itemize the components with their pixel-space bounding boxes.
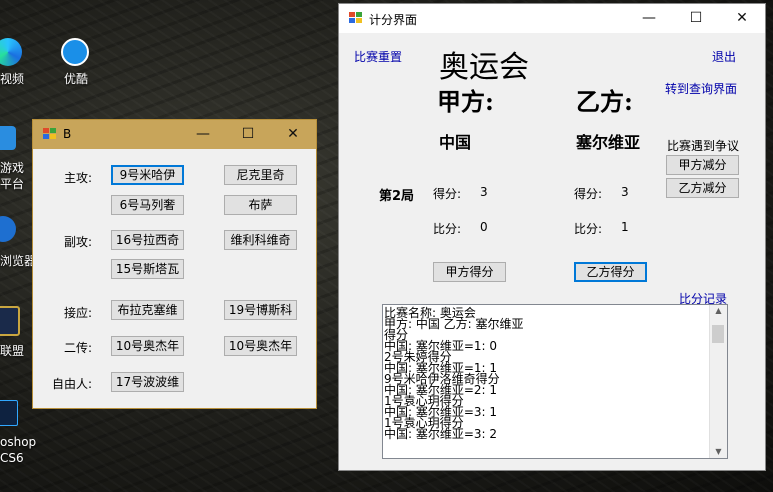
player-button[interactable]: 17号波波维	[111, 372, 184, 392]
team-b-score-button[interactable]: 乙方得分	[574, 262, 647, 282]
team-a-set-label: 比分:	[433, 222, 462, 236]
minimize-button[interactable]: —	[188, 123, 218, 145]
setter-label: 二传:	[64, 341, 93, 355]
window-title: 计分界面	[369, 13, 418, 27]
app-icon	[349, 12, 363, 23]
player-button[interactable]: 维利科维奇	[224, 230, 297, 250]
log-scrollbar[interactable]: ▲ ▼	[709, 305, 727, 458]
window-b-title: B	[63, 127, 72, 141]
desktop-icon-label[interactable]: 游戏平台	[0, 160, 32, 192]
scroll-down-icon[interactable]: ▼	[710, 446, 727, 458]
player-button[interactable]: 10号奥杰年	[111, 336, 184, 356]
log-line: 中国: 塞尔维亚=3: 2	[384, 427, 498, 441]
team-b-heading: 乙方:	[576, 87, 633, 116]
team-a-deduct-button[interactable]: 甲方减分	[666, 155, 739, 175]
game-platform-icon[interactable]	[0, 126, 16, 150]
desktop-icon-label[interactable]: 视频	[0, 70, 24, 87]
scoring-window: 计分界面 — ☐ ✕ 比赛重置 奥运会 退出 甲方: 乙方: 转到查询界面 中国…	[338, 3, 766, 471]
team-b-set-label: 比分:	[574, 222, 603, 236]
player-button[interactable]: 19号博斯科	[224, 300, 297, 320]
game-number: 第2局	[379, 189, 415, 204]
query-page-link[interactable]: 转到查询界面	[665, 80, 737, 97]
minimize-button[interactable]: —	[634, 7, 664, 29]
team-b-name: 塞尔维亚	[576, 133, 641, 152]
team-a-heading: 甲方:	[437, 87, 494, 116]
team-b-score-label: 得分:	[574, 187, 603, 201]
window-b: B — ☐ ✕ 主攻: 9号米哈伊 尼克里奇 6号马列奢 布萨 副攻: 16号拉…	[32, 119, 317, 409]
event-name: 奥运会	[439, 50, 529, 85]
maximize-button[interactable]: ☐	[681, 7, 711, 29]
player-button[interactable]: 尼克里奇	[224, 165, 297, 185]
desktop-icon-label[interactable]: 联盟	[0, 342, 24, 359]
player-button[interactable]: 6号马列奢	[111, 195, 184, 215]
player-button[interactable]: 10号奥杰年	[224, 336, 297, 356]
team-a-score-label: 得分:	[433, 187, 462, 201]
desktop-icon-label[interactable]: oshop CS6	[0, 434, 36, 466]
player-button[interactable]: 16号拉西奇	[111, 230, 184, 250]
maximize-button[interactable]: ☐	[233, 123, 263, 145]
league-icon[interactable]	[0, 306, 20, 336]
player-button[interactable]: 15号斯塔瓦	[111, 259, 184, 279]
team-a-score: 3	[480, 185, 488, 199]
close-button[interactable]: ✕	[727, 7, 757, 29]
photoshop-icon[interactable]	[0, 400, 18, 426]
exit-link[interactable]: 退出	[712, 48, 736, 65]
desktop-icon-label[interactable]: 浏览器	[0, 252, 36, 269]
scroll-up-icon[interactable]: ▲	[710, 305, 727, 317]
log-line: 甲方: 中国 乙方: 塞尔维亚	[384, 317, 524, 331]
scoring-window-titlebar[interactable]: 计分界面 — ☐ ✕	[339, 4, 765, 33]
libero-label: 自由人:	[52, 377, 93, 391]
dispute-label: 比赛遇到争议	[667, 139, 740, 153]
reset-match-link[interactable]: 比赛重置	[354, 48, 402, 65]
spiker-label: 主攻:	[64, 171, 93, 185]
player-button[interactable]: 布萨	[224, 195, 297, 215]
window-b-titlebar[interactable]: B — ☐ ✕	[33, 120, 316, 149]
middle-blocker-label: 副攻:	[64, 235, 93, 249]
player-button[interactable]: 布拉克塞维	[111, 300, 184, 320]
desktop-icon-label[interactable]: 优酷	[64, 70, 88, 87]
close-button[interactable]: ✕	[278, 123, 308, 145]
player-button[interactable]: 9号米哈伊	[111, 165, 184, 185]
app-icon	[43, 128, 57, 139]
scroll-thumb[interactable]	[712, 325, 724, 343]
team-b-score: 3	[621, 185, 629, 199]
youku-icon[interactable]	[61, 38, 89, 66]
score-log-textbox[interactable]: 比赛名称: 奥运会 甲方: 中国 乙方: 塞尔维亚 得分 中国: 塞尔维亚=1: 02…	[382, 304, 728, 459]
team-a-name: 中国	[439, 133, 472, 152]
team-b-deduct-button[interactable]: 乙方减分	[666, 178, 739, 198]
team-a-set-score: 0	[480, 220, 488, 234]
team-b-set-score: 1	[621, 220, 629, 234]
opposite-label: 接应:	[64, 306, 93, 320]
team-a-score-button[interactable]: 甲方得分	[433, 262, 506, 282]
